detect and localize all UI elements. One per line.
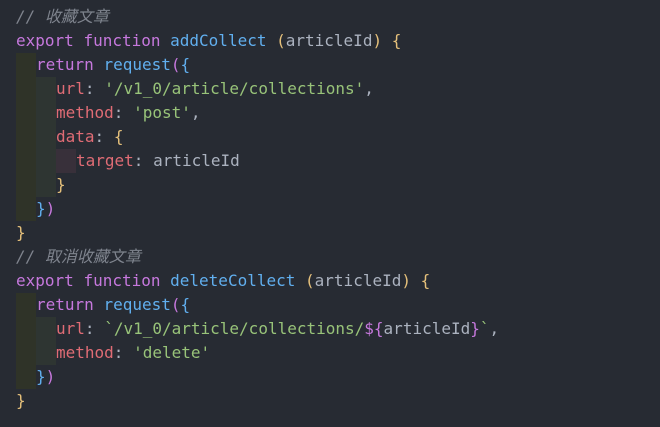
open-brace: {: [420, 271, 431, 290]
code-line-return-request: return request({: [36, 53, 190, 77]
close-paren: ): [45, 199, 56, 218]
colon: :: [133, 151, 144, 170]
open-paren: (: [305, 271, 315, 290]
code-line-data: data: {: [56, 125, 123, 149]
code-line-comment-uncollect: // 取消收藏文章: [16, 245, 141, 269]
close-paren: ): [45, 367, 56, 386]
open-brace: {: [180, 55, 191, 74]
keyword-export: export: [16, 271, 74, 290]
code-line-url-template: url: `/v1_0/article/collections/${articl…: [56, 317, 499, 341]
indent-guide-level2: [36, 77, 56, 197]
code-line-close-function: }: [16, 389, 26, 413]
colon: :: [84, 79, 95, 98]
property-method: method: [56, 103, 114, 122]
function-name-add-collect: addCollect: [170, 31, 267, 50]
indent-guide-level1: [16, 53, 36, 221]
code-line-delete-collect-signature: export function deleteCollect (articleId…: [16, 269, 430, 293]
string-post: 'post': [133, 103, 191, 122]
function-call-request: request: [103, 295, 171, 314]
code-line-close-request: }): [36, 365, 55, 389]
code-line-close-request: }): [36, 197, 55, 221]
string-delete: 'delete': [133, 343, 211, 362]
string-add-url: '/v1_0/article/collections': [104, 79, 365, 98]
property-url: url: [56, 79, 85, 98]
close-brace: }: [36, 367, 46, 386]
code-line-close-function: }: [16, 221, 26, 245]
code-line-return-request: return request({: [36, 293, 190, 317]
target-value: articleId: [153, 151, 240, 170]
property-target: target: [76, 151, 134, 170]
keyword-function: function: [83, 271, 161, 290]
property-data: data: [56, 127, 95, 146]
code-line-add-collect-signature: export function addCollect (articleId) {: [16, 29, 401, 53]
template-interpolation-close: }: [470, 319, 480, 338]
keyword-export: export: [16, 31, 74, 50]
code-line-target: target: articleId: [76, 149, 240, 173]
colon: :: [94, 127, 105, 146]
comma: ,: [364, 79, 374, 98]
function-call-request: request: [103, 55, 171, 74]
code-line-url: url: '/v1_0/article/collections',: [56, 77, 374, 101]
comment-text: // 取消收藏文章: [16, 247, 141, 266]
open-paren: (: [276, 31, 286, 50]
code-line-comment-collect: // 收藏文章: [16, 5, 109, 29]
param-article-id: articleId: [314, 271, 402, 290]
code-line-close-data: }: [56, 173, 66, 197]
code-editor[interactable]: // 收藏文章 export function addCollect (arti…: [0, 0, 660, 427]
property-url: url: [56, 319, 85, 338]
open-paren: (: [170, 295, 181, 314]
comma: ,: [489, 319, 500, 338]
comment-text: // 收藏文章: [16, 7, 109, 26]
close-paren: ): [372, 31, 383, 50]
close-brace: }: [16, 391, 26, 410]
param-article-id: articleId: [285, 31, 373, 50]
open-paren: (: [170, 55, 181, 74]
property-method: method: [56, 343, 114, 362]
template-variable: articleId: [383, 319, 471, 338]
template-interpolation-open: ${: [364, 319, 384, 338]
open-brace: {: [180, 295, 191, 314]
function-name-delete-collect: deleteCollect: [170, 271, 296, 290]
code-line-method-delete: method: 'delete': [56, 341, 210, 365]
comma: ,: [190, 103, 201, 122]
close-brace: }: [16, 223, 26, 242]
close-brace: }: [56, 175, 66, 194]
template-string-start: `/v1_0/article/collections/: [104, 319, 365, 338]
colon: :: [113, 343, 124, 362]
close-paren: ): [401, 271, 411, 290]
open-brace: {: [113, 127, 124, 146]
open-brace: {: [391, 31, 402, 50]
keyword-function: function: [83, 31, 161, 50]
indent-guide-level3: [56, 149, 76, 173]
indent-guide-level2: [36, 317, 56, 365]
keyword-return: return: [36, 55, 94, 74]
code-line-method-post: method: 'post',: [56, 101, 201, 125]
indent-guide-level1: [16, 293, 36, 389]
colon: :: [113, 103, 124, 122]
template-string-end: `: [479, 319, 490, 338]
keyword-return: return: [36, 295, 94, 314]
colon: :: [84, 319, 95, 338]
close-brace: }: [36, 199, 46, 218]
